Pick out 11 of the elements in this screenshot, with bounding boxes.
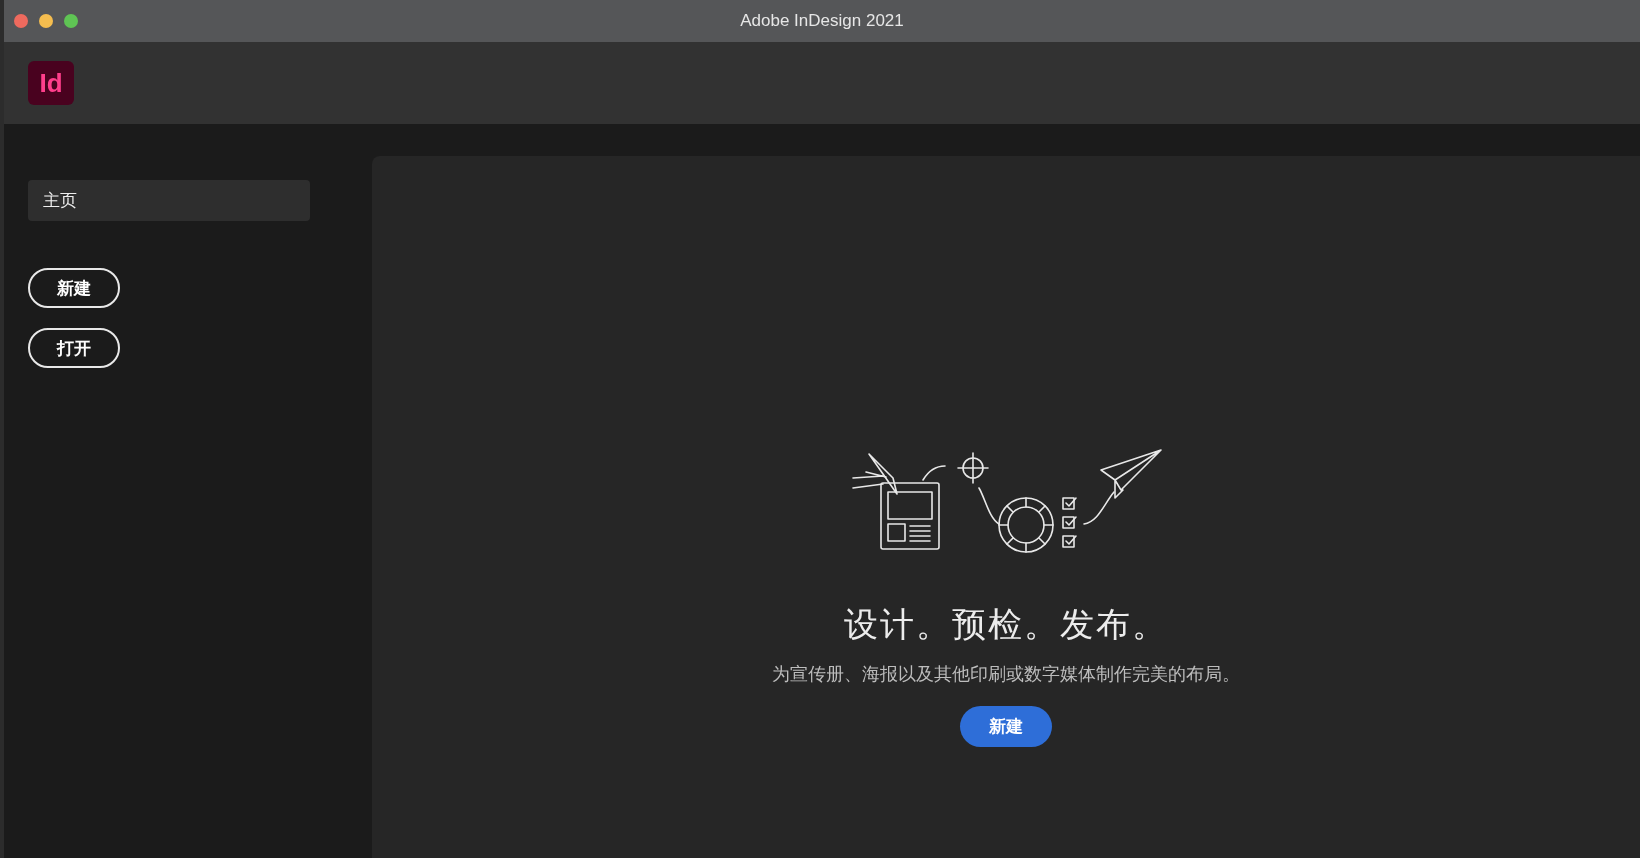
sidebar-item[interactable]: 主页 [28,180,310,221]
app-logo: Id [28,61,74,105]
new-button[interactable]: 新建 [960,706,1052,747]
heading: 设计。预检。发布。 [844,604,1168,645]
description: 为宣传册、海报以及其他印刷或数字媒体制作完美的布局。 [772,663,1240,686]
sidebar-button[interactable]: 新建 [28,268,120,308]
sidebar-button[interactable]: 打开 [28,328,120,368]
close-icon[interactable] [14,14,28,28]
zoom-icon[interactable] [64,14,78,28]
window-title: Adobe InDesign 2021 [740,11,904,31]
minimize-icon[interactable] [39,14,53,28]
